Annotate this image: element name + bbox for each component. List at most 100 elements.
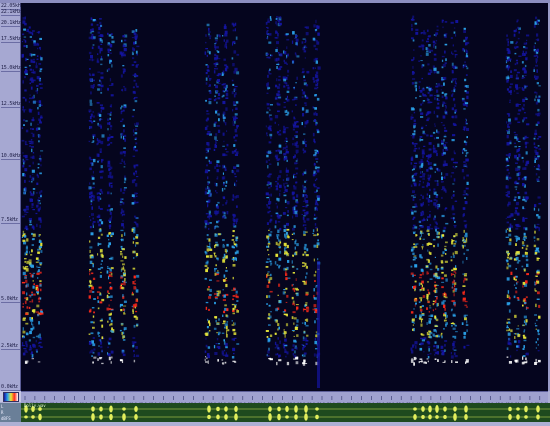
waveform-burst [134,414,138,420]
palette-box[interactable] [0,391,21,402]
freq-label: 15.0kHz [1,65,21,72]
spectrogram-streak [119,34,128,363]
waveform-burst [268,413,272,421]
waveform-burst [304,413,308,421]
waveform-burst [122,407,126,411]
waveform-burst [516,414,520,420]
waveform-burst [38,413,42,421]
waveform-burst [207,414,211,420]
spectrogram-streak [450,20,459,363]
spectrogram-streak [461,27,470,364]
waveform-burst [536,405,540,413]
waveform-burst [109,413,113,421]
waveform-burst [109,405,113,413]
waveform-burst [216,414,220,420]
waveform-burst [224,406,228,412]
spectrogram-streak [265,16,273,361]
waveform-burst [516,407,520,411]
freq-label: 17.5kHz [1,36,21,43]
waveform-burst [453,413,457,421]
waveform-burst [91,413,95,421]
waveform-burst [464,405,468,413]
waveform-burst [443,406,447,412]
spectrogram-blip [317,261,320,388]
spectrogram-streak [96,18,105,365]
freq-label: 2.5kHz [1,343,20,350]
waveform-burst [234,413,238,421]
waveform-burst [453,406,457,412]
waveform-burst [536,414,540,420]
waveform-burst [234,405,238,413]
waveform-burst [277,406,281,412]
waveform-burst [294,414,298,420]
spectrogram-streak [410,15,419,366]
file-name-label: Dolly.wav [24,403,46,408]
waveform-burst [524,405,528,413]
waveform-burst [285,405,289,413]
freq-label: 0.0kHz [1,384,20,391]
spectrogram-streak [28,26,37,360]
spectrogram-streak [204,23,213,364]
wave-channel-label: R [1,410,4,415]
waveform-burst [421,406,425,412]
spectrogram-streak [131,29,140,363]
freq-label: 22.1kHz [1,9,21,16]
waveform-burst [277,413,281,421]
waveform-burst [207,405,211,413]
waveform-side-panel: L R dBFS [0,403,21,422]
spectrogram-streak [513,19,522,363]
spectrogram-streak [533,16,542,365]
spectrogram-streak [221,24,230,365]
spectrogram-streak [35,31,44,363]
waveform-burst [294,405,298,413]
spectrogram-streak [301,26,310,366]
waveform-burst [428,414,432,420]
waveform-burst [435,415,439,419]
spectrogram-streak [521,34,530,365]
spectrogram-streak [274,16,283,366]
spectrogram-streak [106,32,115,364]
waveform-burst [134,406,138,412]
waveform-burst [435,405,439,413]
spectrogram-window: 22.05kHz 22.1kHz 20.1kHz 17.5kHz 15.0kHz… [0,0,550,422]
spectrogram-streak [291,31,300,365]
spectrogram-streak [425,29,434,364]
waveform-burst [122,413,126,421]
waveform-view[interactable]: Dolly.wav [21,403,550,422]
waveform-burst [413,413,417,421]
spectrogram-view[interactable] [21,3,548,391]
waveform-canvas[interactable] [21,403,550,422]
spectrogram-streak [88,17,97,364]
waveform-burst [224,414,228,420]
spectrogram-streak [21,16,29,364]
waveform-burst [31,415,35,419]
wave-unit-label: dBFS [1,416,11,421]
waveform-burst [524,415,528,419]
waveform-burst [99,414,103,420]
waveform-burst [99,406,103,412]
color-palette-icon[interactable] [3,392,19,402]
waveform-burst [421,414,425,420]
freq-label: 7.5kHz [1,217,20,224]
waveform-burst [443,414,447,420]
waveform-burst [285,415,289,419]
wave-channel-label: L [1,404,4,409]
waveform-burst [304,405,308,413]
waveform-burst [508,406,512,412]
freq-label: 5.0kHz [1,296,20,303]
waveform-burst [508,414,512,420]
spectrogram-streak [213,34,222,362]
freq-label: 10.0kHz [1,153,21,160]
waveform-burst [315,407,319,411]
spectrogram-canvas[interactable] [21,3,548,391]
waveform-burst [315,414,319,420]
waveform-burst [268,406,272,412]
freq-label: 20.1kHz [1,20,21,27]
freq-label: 12.5kHz [1,101,21,108]
waveform-burst [464,414,468,420]
spectrogram-streak [440,19,449,363]
waveform-burst [413,407,417,411]
spectrogram-streak [505,34,514,364]
spectrogram-streak [418,30,427,364]
waveform-burst [91,406,95,412]
